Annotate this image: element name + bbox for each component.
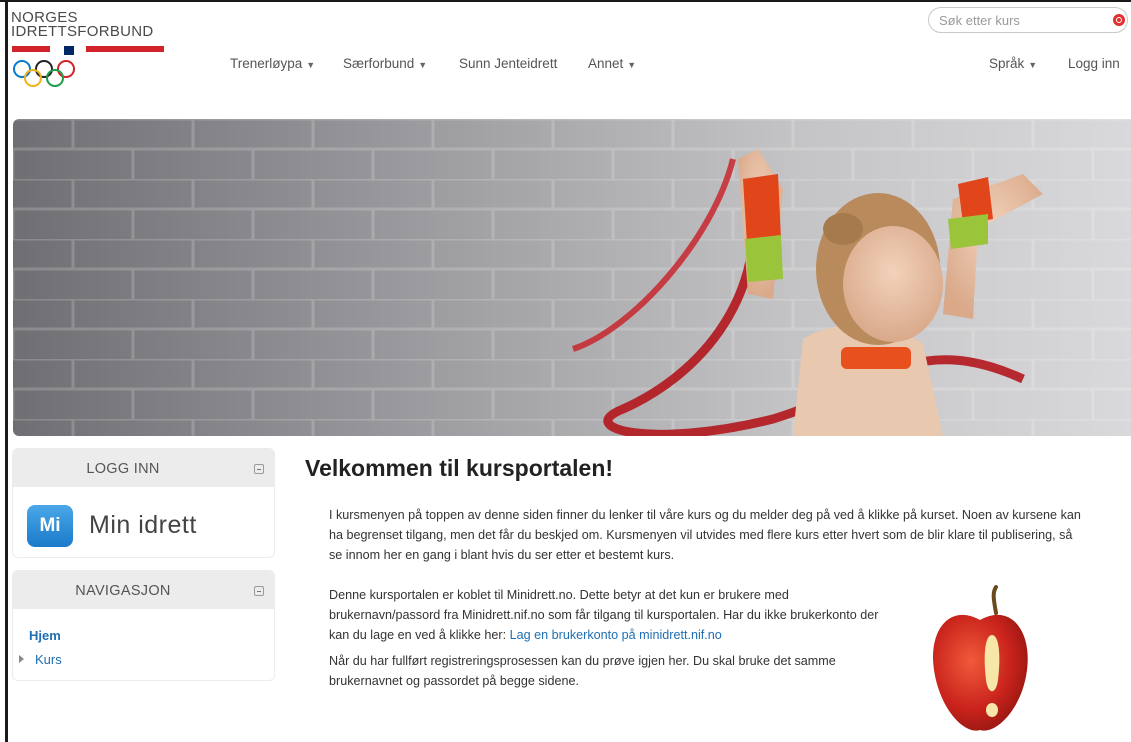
nif-logo-text[interactable]: NORGES IDRETTSFORBUND bbox=[11, 10, 154, 40]
language-menu[interactable]: Språk ▼ bbox=[989, 56, 1037, 71]
nav-annet-label: Annet bbox=[588, 56, 624, 71]
login-link[interactable]: Logg inn bbox=[1068, 56, 1120, 71]
min-idrett-logo-icon[interactable]: Mi bbox=[27, 505, 73, 547]
norwegian-flag-stripe bbox=[12, 46, 164, 55]
logo-line-2: IDRETTSFORBUND bbox=[11, 23, 154, 40]
login-block-title: LOGG INN bbox=[86, 461, 160, 477]
collapse-icon[interactable] bbox=[254, 586, 264, 596]
nav-sunn-jenteidrett[interactable]: Sunn Jenteidrett bbox=[459, 56, 557, 71]
nav-trenerloypa[interactable]: Trenerløypa ▼ bbox=[230, 56, 315, 71]
chevron-down-icon: ▼ bbox=[627, 60, 637, 70]
navigation-block: NAVIGASJON Hjem Kurs bbox=[13, 571, 274, 680]
intro-paragraph: I kursmenyen på toppen av denne siden fi… bbox=[329, 508, 1081, 562]
nav-saerforbund-label: Særforbund bbox=[343, 56, 415, 71]
chevron-down-icon: ▼ bbox=[1028, 60, 1038, 70]
navigation-block-header: NAVIGASJON bbox=[13, 571, 274, 609]
navigation-block-title: NAVIGASJON bbox=[75, 583, 171, 599]
search-box bbox=[928, 7, 1128, 33]
min-idrett-login-link[interactable]: Min idrett bbox=[89, 511, 197, 540]
chevron-down-icon: ▼ bbox=[418, 60, 428, 70]
language-label: Språk bbox=[989, 56, 1025, 71]
collapse-icon[interactable] bbox=[254, 464, 264, 474]
nav-item-kurs-label: Kurs bbox=[35, 652, 62, 667]
create-account-link[interactable]: Lag en brukerkonto på minidrett.nif.no bbox=[510, 628, 722, 642]
olympic-rings-icon bbox=[13, 60, 75, 87]
retry-paragraph: Når du har fullført registreringsprosess… bbox=[329, 654, 836, 688]
expand-triangle-icon[interactable] bbox=[19, 655, 24, 663]
nav-annet[interactable]: Annet ▼ bbox=[588, 56, 636, 71]
info-paragraph: Denne kursportalen er koblet til Minidre… bbox=[329, 585, 889, 645]
login-block-header: LOGG INN bbox=[13, 449, 274, 487]
apple-illustration bbox=[933, 585, 1028, 731]
page-title: Velkommen til kursportalen! bbox=[305, 455, 614, 481]
nav-item-kurs[interactable]: Kurs bbox=[19, 652, 62, 667]
login-block: LOGG INN Mi Min idrett bbox=[13, 449, 274, 557]
nav-saerforbund[interactable]: Særforbund ▼ bbox=[343, 56, 427, 71]
nav-trenerloypa-label: Trenerløypa bbox=[230, 56, 303, 71]
nav-sunn-jenteidrett-label: Sunn Jenteidrett bbox=[459, 56, 558, 71]
search-icon[interactable] bbox=[1113, 14, 1125, 26]
search-input[interactable] bbox=[939, 10, 1109, 30]
hero-banner-image bbox=[13, 119, 1131, 436]
chevron-down-icon: ▼ bbox=[306, 60, 316, 70]
nav-item-home[interactable]: Hjem bbox=[29, 628, 61, 643]
